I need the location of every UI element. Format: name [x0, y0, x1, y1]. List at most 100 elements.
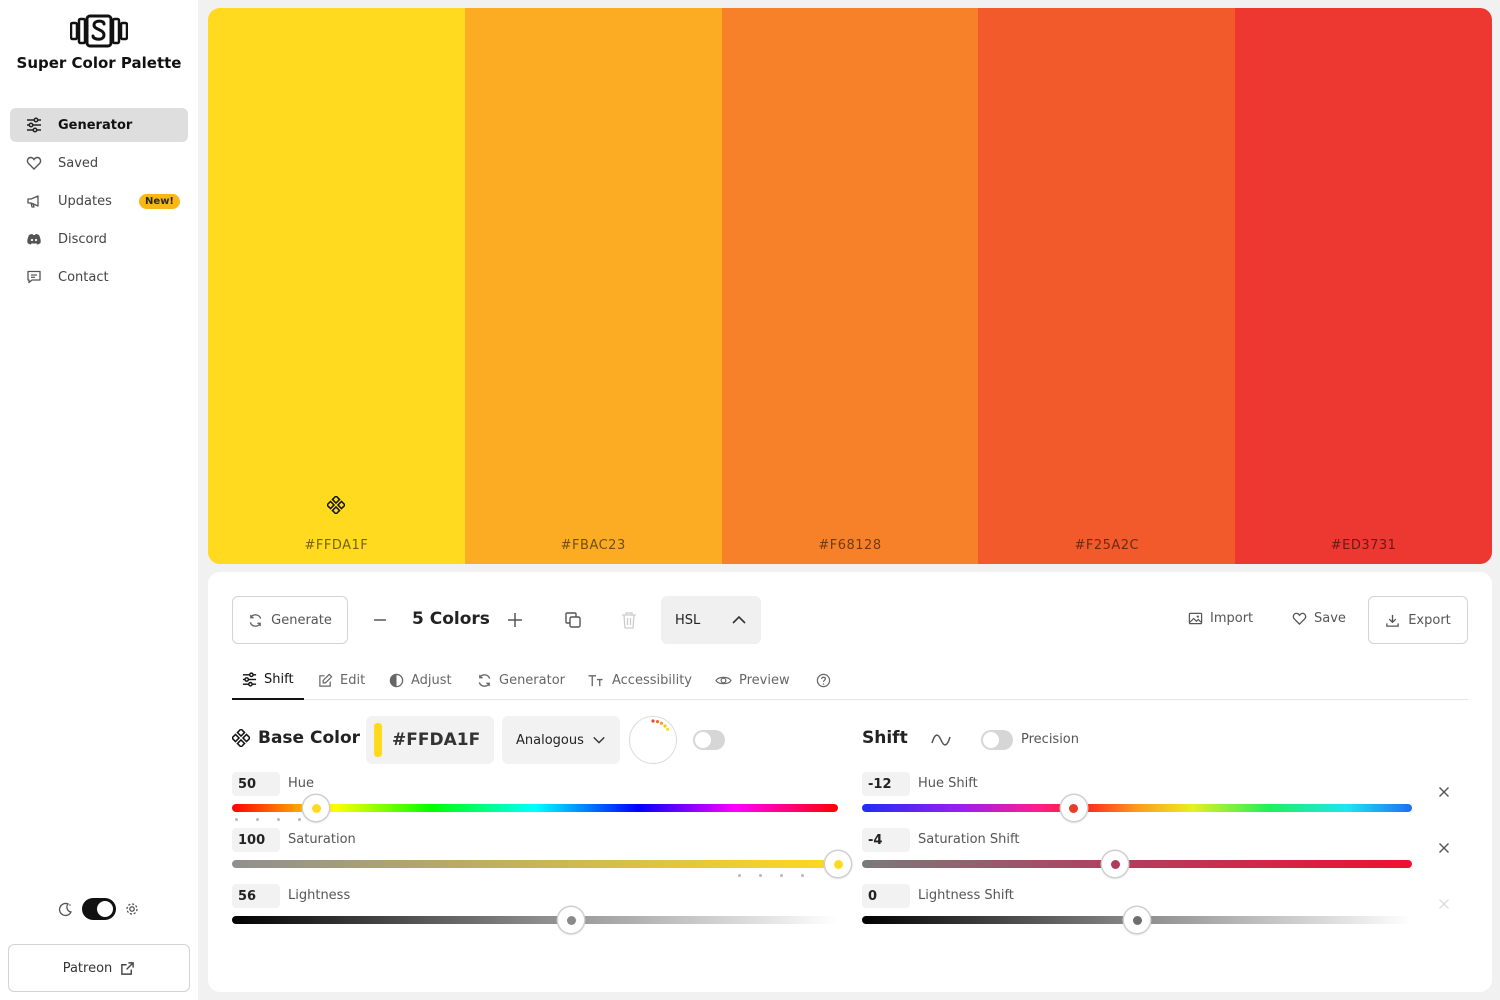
reset-hue-shift-icon[interactable] [1437, 785, 1451, 799]
tab-shift[interactable]: Shift [232, 660, 304, 700]
scheme-value: Analogous [516, 732, 584, 748]
patreon-label: Patreon [62, 960, 113, 976]
swatch-4[interactable]: #F25A2C [978, 8, 1236, 564]
tab-adjust[interactable]: Adjust [389, 660, 452, 700]
contrast-icon [389, 673, 404, 687]
hue-label: Hue [288, 776, 315, 791]
image-icon [1188, 612, 1203, 625]
saturation-track[interactable] [232, 860, 838, 868]
wave-icon [931, 734, 951, 746]
reset-saturation-shift-icon[interactable] [1437, 841, 1451, 855]
tab-bar: Shift Edit Adjust Generator Accessibilit… [232, 660, 1468, 700]
tab-generator[interactable]: Generator [477, 660, 565, 700]
tab-label: Adjust [411, 672, 452, 688]
hue-shift-track[interactable] [862, 804, 1412, 812]
precision-toggle[interactable] [981, 730, 1013, 750]
swatch-2[interactable]: #FBAC23 [464, 8, 722, 564]
gear-icon[interactable] [124, 901, 140, 917]
control-panel: Generate 5 Colors HSL Import Save Export… [208, 572, 1492, 992]
message-icon [25, 268, 43, 286]
theme-switcher [58, 898, 140, 920]
tab-label: Shift [264, 671, 294, 687]
sidebar-item-label: Saved [58, 155, 99, 171]
sidebar-item-updates[interactable]: Updates New! [10, 184, 188, 218]
swatch-1[interactable]: #FFDA1F [208, 8, 465, 564]
export-label: Export [1408, 612, 1451, 628]
lightness-shift-value[interactable]: 0 [862, 884, 910, 908]
saturation-palette-markers [738, 874, 804, 877]
curve-button[interactable] [930, 730, 952, 750]
sliders-icon [242, 671, 257, 687]
swatch-hex-label: #FBAC23 [560, 538, 626, 553]
swatch-5[interactable]: #ED3731 [1235, 8, 1492, 564]
swatch-3[interactable]: #F68128 [721, 8, 979, 564]
sidebar-nav: Generator Saved Updates New! Discord Con… [10, 108, 188, 298]
eye-icon [715, 676, 732, 684]
hue-palette-markers [235, 818, 301, 821]
lightness-track[interactable] [232, 916, 838, 924]
base-lock-toggle[interactable] [693, 730, 725, 750]
hue-knob[interactable] [303, 795, 330, 821]
base-hex-value: #FFDA1F [392, 730, 481, 750]
copy-button[interactable] [563, 610, 583, 630]
lightness-shift-knob[interactable] [1124, 907, 1150, 933]
generate-button[interactable]: Generate [232, 596, 348, 644]
help-button[interactable] [816, 660, 831, 700]
saturation-shift-knob[interactable] [1102, 851, 1128, 877]
color-mode-select[interactable]: HSL [661, 596, 761, 644]
theme-toggle[interactable] [82, 898, 116, 920]
edit-icon [319, 673, 333, 687]
hue-shift-knob[interactable] [1060, 795, 1087, 821]
delete-button[interactable] [620, 610, 638, 630]
sidebar: Super Color Palette Generator Saved Upda… [0, 0, 198, 1000]
base-color-chip [374, 723, 382, 757]
download-icon [1386, 614, 1399, 627]
sidebar-item-discord[interactable]: Discord [10, 222, 188, 256]
hue-value[interactable]: 50 [232, 772, 280, 796]
sidebar-item-label: Contact [58, 269, 109, 285]
trash-icon [622, 612, 636, 629]
hue-shift-value[interactable]: -12 [862, 772, 910, 796]
discord-icon [25, 230, 43, 248]
lightness-knob[interactable] [558, 907, 585, 933]
color-wheel-button[interactable] [629, 716, 677, 764]
copy-icon [565, 612, 581, 628]
increase-colors-button[interactable] [506, 611, 524, 629]
swatch-hex-label: #F68128 [818, 538, 882, 553]
lightness-value[interactable]: 56 [232, 884, 280, 908]
import-label: Import [1210, 611, 1254, 626]
moon-icon [58, 902, 72, 917]
saturation-value[interactable]: 100 [232, 828, 280, 852]
saturation-knob[interactable] [825, 851, 851, 877]
swatch-hex-label: #ED3731 [1330, 538, 1397, 553]
sidebar-item-label: Discord [58, 231, 107, 247]
decrease-colors-button[interactable] [372, 612, 388, 628]
tab-edit[interactable]: Edit [318, 660, 365, 700]
sidebar-item-generator[interactable]: Generator [10, 108, 188, 142]
tab-accessibility[interactable]: Accessibility [587, 660, 692, 700]
tab-label: Preview [739, 672, 790, 688]
sidebar-item-label: Updates [58, 193, 112, 209]
save-button[interactable]: Save [1292, 611, 1346, 626]
tab-label: Generator [499, 672, 566, 688]
lightness-shift-label: Lightness Shift [918, 888, 1014, 903]
heart-icon [1292, 612, 1307, 626]
swatch-hex-label: #F25A2C [1074, 538, 1140, 553]
text-size-icon [588, 674, 603, 686]
patreon-button[interactable]: Patreon [8, 944, 190, 992]
export-button[interactable]: Export [1368, 596, 1468, 644]
scheme-select[interactable]: Analogous [502, 716, 620, 764]
sidebar-item-contact[interactable]: Contact [10, 260, 188, 294]
saturation-shift-value[interactable]: -4 [862, 828, 910, 852]
lightness-label: Lightness [288, 888, 351, 903]
heart-icon [25, 154, 43, 172]
saturation-shift-track[interactable] [862, 860, 1412, 868]
sidebar-item-saved[interactable]: Saved [10, 146, 188, 180]
base-hex-input[interactable]: #FFDA1F [366, 716, 494, 764]
import-button[interactable]: Import [1188, 611, 1253, 626]
tab-preview[interactable]: Preview [715, 660, 790, 700]
logo-icon [70, 14, 128, 48]
minus-icon [374, 619, 386, 621]
refresh-icon [478, 673, 491, 687]
reset-lightness-shift-icon [1439, 899, 1449, 909]
